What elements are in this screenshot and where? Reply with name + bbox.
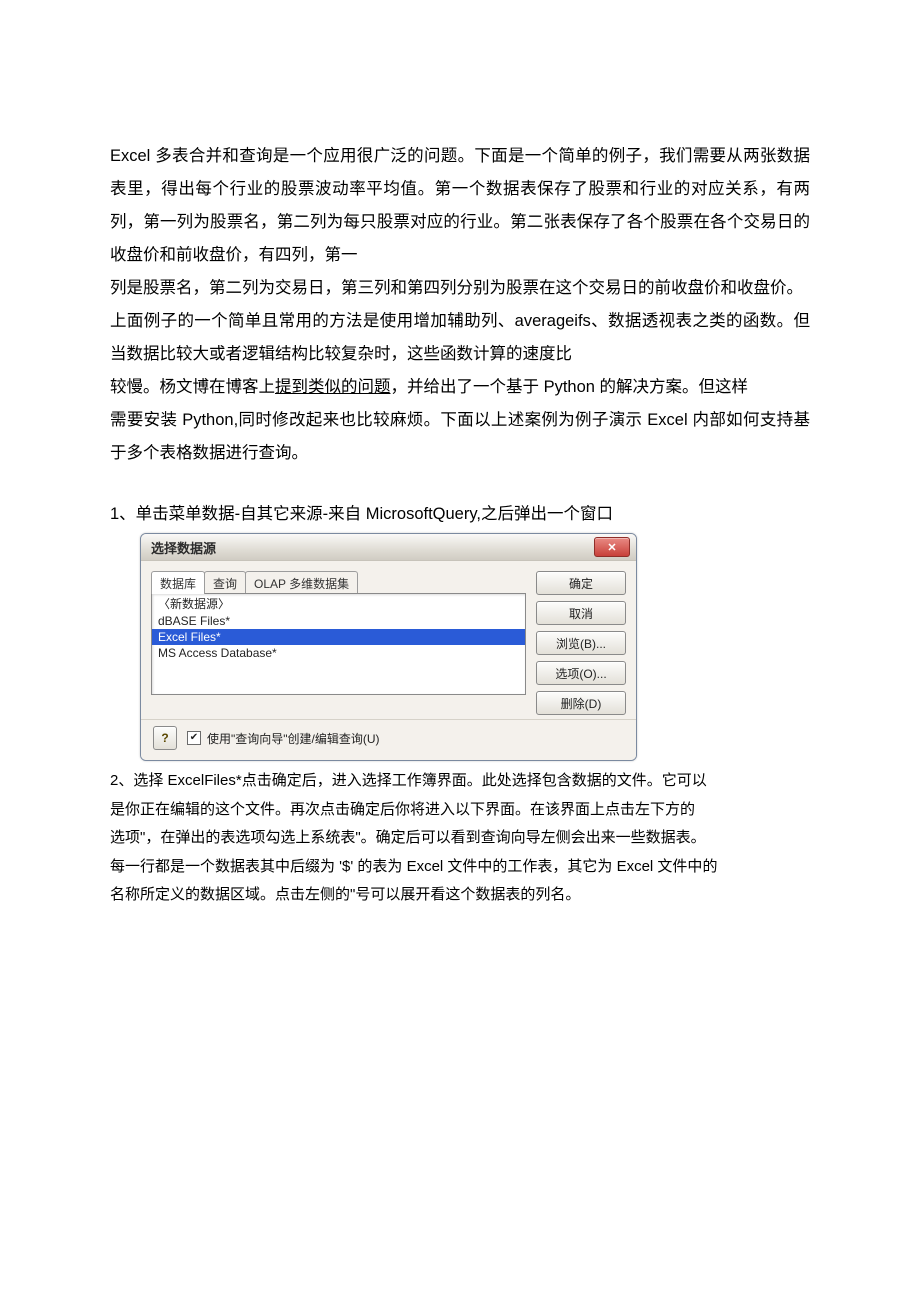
para-3c: 需要安装 Python,同时修改起来也比较麻烦。下面以上述案例为例子演示 Exc… [110, 404, 810, 470]
data-source-listbox[interactable]: 〈新数据源〉 dBASE Files* Excel Files* MS Acce… [151, 593, 526, 695]
dialog-body: 数据库 查询 OLAP 多维数据集 〈新数据源〉 dBASE Files* Ex… [141, 561, 636, 719]
use-wizard-checkbox-row[interactable]: ✔ 使用"查询向导"创建/编辑查询(U) [187, 730, 380, 747]
link-mentioned-problem[interactable]: 提到类似的问题 [275, 378, 391, 396]
list-item-dbase[interactable]: dBASE Files* [152, 613, 525, 629]
para-1: Excel 多表合并和查询是一个应用很广泛的问题。下面是一个简单的例子，我们需要… [110, 140, 810, 272]
para-2: 列是股票名，第二列为交易日，第三列和第四列分别为股票在这个交易日的前收盘价和收盘… [110, 272, 810, 305]
tab-strip: 数据库 查询 OLAP 多维数据集 [151, 571, 526, 594]
help-button[interactable]: ? [153, 726, 177, 750]
intro-paragraphs: Excel 多表合并和查询是一个应用很广泛的问题。下面是一个简单的例子，我们需要… [110, 140, 810, 470]
close-icon: ✕ [607, 541, 616, 554]
step2-line5: 名称所定义的数据区域。点击左侧的"号可以展开看这个数据表的列名。 [110, 881, 810, 910]
step-1-text: 1、单击菜单数据-自其它来源-来自 MicrosoftQuery,之后弹出一个窗… [110, 498, 810, 531]
dialog-footer: ? ✔ 使用"查询向导"创建/编辑查询(U) [141, 719, 636, 760]
list-item-excel[interactable]: Excel Files* [152, 629, 525, 645]
checkbox-icon: ✔ [187, 731, 201, 745]
tab-query[interactable]: 查询 [204, 571, 246, 594]
close-button[interactable]: ✕ [594, 537, 630, 557]
select-data-source-dialog: 选择数据源 ✕ 数据库 查询 OLAP 多维数据集 〈新数据源〉 dBASE F… [140, 533, 637, 761]
tab-olap[interactable]: OLAP 多维数据集 [245, 571, 358, 594]
dialog-titlebar: 选择数据源 ✕ [141, 534, 636, 561]
para-3b-suffix: ，并给出了一个基于 Python 的解决方案。但这样 [391, 378, 749, 396]
checkbox-label: 使用"查询向导"创建/编辑查询(U) [207, 730, 380, 747]
browse-button[interactable]: 浏览(B)... [536, 631, 626, 655]
list-item-access[interactable]: MS Access Database* [152, 645, 525, 661]
step2-line2: 是你正在编辑的这个文件。再次点击确定后你将进入以下界面。在该界面上点击左下方的 [110, 796, 810, 825]
list-item-new-source[interactable]: 〈新数据源〉 [152, 594, 525, 613]
options-button[interactable]: 选项(O)... [536, 661, 626, 685]
step2-line3: 选项"，在弹出的表选项勾选上系统表"。确定后可以看到查询向导左侧会出来一些数据表… [110, 824, 810, 853]
tab-database[interactable]: 数据库 [151, 571, 205, 594]
para-3b: 较慢。杨文博在博客上提到类似的问题，并给出了一个基于 Python 的解决方案。… [110, 371, 810, 404]
delete-button[interactable]: 删除(D) [536, 691, 626, 715]
dialog-left-column: 数据库 查询 OLAP 多维数据集 〈新数据源〉 dBASE Files* Ex… [151, 571, 526, 715]
step-2-text: 2、选择 ExcelFiles*点击确定后，进入选择工作簿界面。此处选择包含数据… [110, 767, 810, 910]
para-3b-prefix: 较慢。杨文博在博客上 [110, 378, 275, 396]
dialog-title: 选择数据源 [151, 538, 216, 557]
document-page: Excel 多表合并和查询是一个应用很广泛的问题。下面是一个简单的例子，我们需要… [0, 0, 920, 970]
ok-button[interactable]: 确定 [536, 571, 626, 595]
help-icon: ? [161, 731, 168, 745]
step2-line4: 每一行都是一个数据表其中后缀为 '$' 的表为 Excel 文件中的工作表，其它… [110, 853, 810, 882]
cancel-button[interactable]: 取消 [536, 601, 626, 625]
step2-line1: 2、选择 ExcelFiles*点击确定后，进入选择工作簿界面。此处选择包含数据… [110, 767, 810, 796]
dialog-button-column: 确定 取消 浏览(B)... 选项(O)... 删除(D) [536, 571, 626, 715]
para-3a: 上面例子的一个简单且常用的方法是使用增加辅助列、averageifs、数据透视表… [110, 305, 810, 371]
